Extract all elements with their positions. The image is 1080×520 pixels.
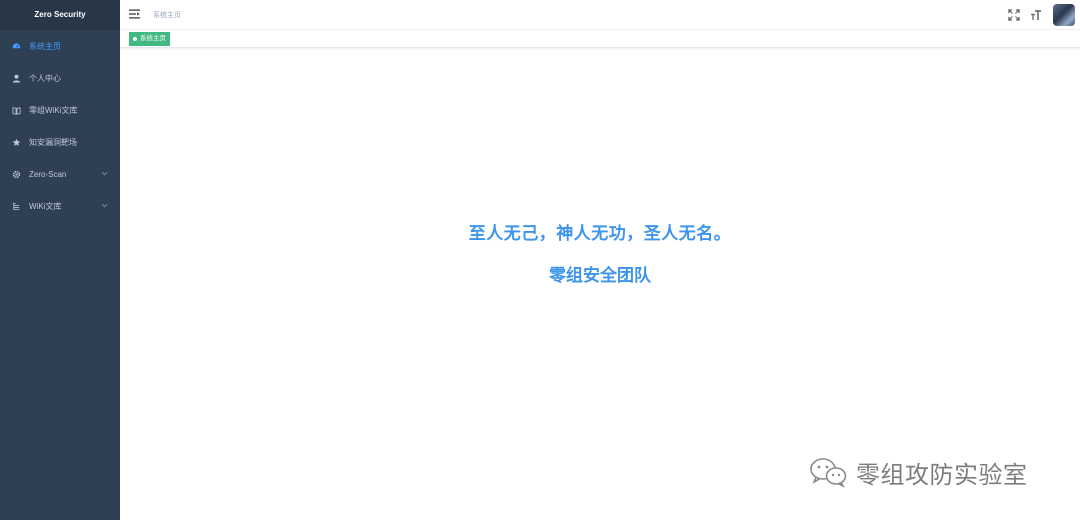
gear-icon [11, 169, 21, 179]
tree-icon [11, 201, 21, 211]
dashboard-icon [11, 41, 21, 51]
sidebar-item-label: 零组WiKi文库 [29, 105, 78, 115]
team-name: 零组安全团队 [549, 266, 651, 285]
motto-text: 至人无己，神人无功，圣人无名。 [468, 224, 732, 243]
watermark: 零组攻防实验室 [808, 454, 1028, 490]
chevron-down-icon [101, 203, 108, 208]
tag-label: 系统主页 [140, 35, 166, 42]
sidebar-item-home[interactable]: 系统主页 [0, 30, 120, 62]
sidebar-item-wiki[interactable]: WiKi文库 [0, 190, 120, 222]
sidebar-item-label: 个人中心 [29, 73, 61, 83]
app-logo[interactable]: Zero Security [0, 0, 120, 30]
book-icon [11, 105, 21, 115]
wechat-icon [810, 458, 847, 488]
user-icon [11, 73, 21, 83]
sidebar-item-zero-scan[interactable]: Zero-Scan [0, 158, 120, 190]
sidebar-item-label: Zero-Scan [29, 169, 67, 179]
chevron-down-icon [101, 171, 108, 176]
hamburger-icon[interactable] [129, 9, 140, 19]
tags-view: 系统主页 [120, 30, 1080, 48]
watermark-text: 零组攻防实验室 [856, 461, 1028, 489]
sidebar-item-wiki-library[interactable]: 零组WiKi文库 [0, 94, 120, 126]
star-icon [11, 137, 21, 147]
sidebar-item-label: 系统主页 [29, 41, 61, 51]
sidebar-item-profile[interactable]: 个人中心 [0, 62, 120, 94]
breadcrumb[interactable]: 系统主页 [153, 10, 181, 20]
sidebar: Zero Security 系统主页 个人中心 零组WiKi文库 知安漏洞靶场 … [0, 0, 120, 520]
sidebar-item-vuln-range[interactable]: 知安漏洞靶场 [0, 126, 120, 158]
tag-home[interactable]: 系统主页 [129, 32, 170, 46]
fullscreen-icon[interactable] [1008, 9, 1020, 21]
active-dot [133, 37, 137, 41]
font-size-icon[interactable] [1030, 9, 1042, 21]
sidebar-item-label: WiKi文库 [29, 201, 62, 211]
top-navbar: 系统主页 [120, 0, 1080, 30]
sidebar-item-label: 知安漏洞靶场 [29, 137, 77, 147]
user-avatar[interactable] [1053, 4, 1075, 26]
